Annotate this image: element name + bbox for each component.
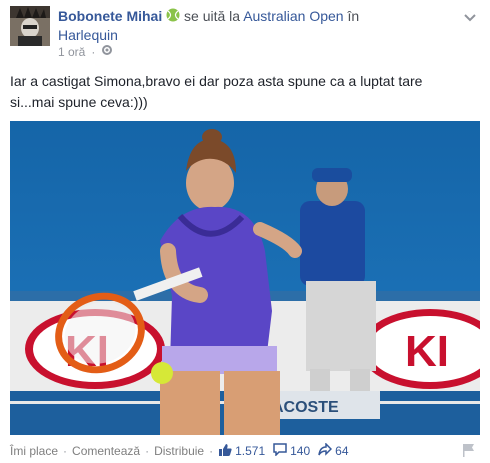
- post-text: Iar a castigat Simona,bravo ei dar poza …: [10, 73, 423, 110]
- tennis-ball-icon: [166, 8, 180, 26]
- tennis-ball: [151, 362, 173, 384]
- ad-text-right: KI: [405, 327, 449, 376]
- comment-icon[interactable]: [273, 443, 287, 459]
- separator-dot: ·: [209, 444, 214, 458]
- flag-icon[interactable]: [462, 443, 476, 457]
- avatar[interactable]: [10, 6, 50, 46]
- activity-separator: în: [347, 8, 360, 24]
- activity-prefix: se uită la: [184, 8, 241, 24]
- post-card: Bobonete Mihai se uită la Australian Ope…: [0, 0, 490, 463]
- share-arrow-icon[interactable]: [318, 442, 333, 459]
- author-name[interactable]: Bobonete Mihai: [58, 8, 162, 24]
- shares-count[interactable]: 64: [335, 444, 348, 458]
- post-photo[interactable]: KI KI ACOSTE: [10, 121, 480, 435]
- likes-count[interactable]: 1.571: [235, 444, 265, 458]
- separator-dot: ·: [63, 444, 68, 458]
- share-button[interactable]: Distribuie: [154, 444, 204, 458]
- post-actions: Îmi place · Comentează · Distribuie · 1.…: [10, 442, 480, 460]
- thumbs-up-icon[interactable]: [218, 443, 232, 459]
- separator-dot: ·: [145, 444, 150, 458]
- activity-subject-link[interactable]: Australian Open: [243, 8, 343, 24]
- board-lacoste-text: ACOSTE: [272, 399, 339, 416]
- post-meta: 1 oră ·: [58, 44, 113, 59]
- privacy-gear-icon[interactable]: [101, 44, 113, 59]
- comments-count[interactable]: 140: [290, 444, 310, 458]
- separator-dot: ·: [91, 44, 96, 59]
- place-link[interactable]: Harlequin: [58, 27, 118, 43]
- post-time[interactable]: 1 oră: [58, 45, 85, 59]
- like-button[interactable]: Îmi place: [10, 444, 58, 458]
- post-header: Bobonete Mihai se uită la Australian Ope…: [58, 7, 458, 44]
- chevron-down-icon[interactable]: [464, 10, 476, 22]
- comment-button[interactable]: Comentează: [72, 444, 140, 458]
